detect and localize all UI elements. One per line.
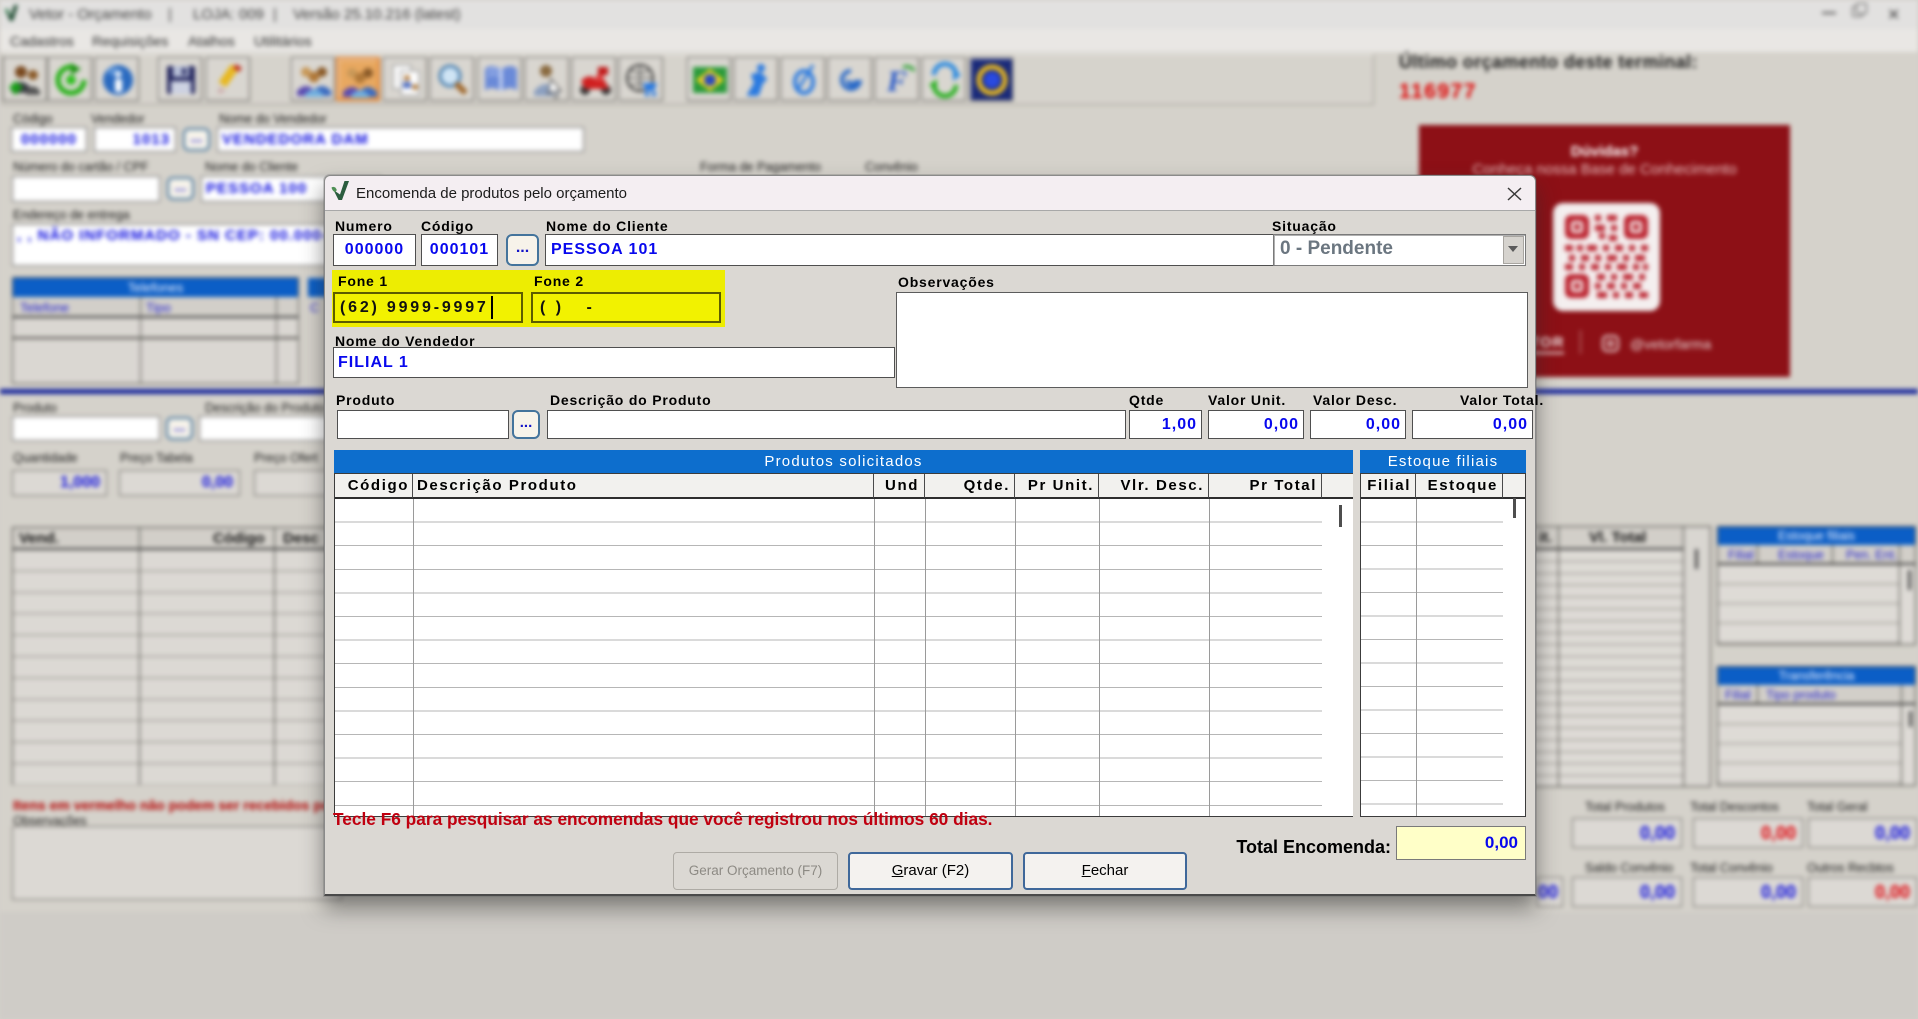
svg-text:F: F [886,65,907,98]
